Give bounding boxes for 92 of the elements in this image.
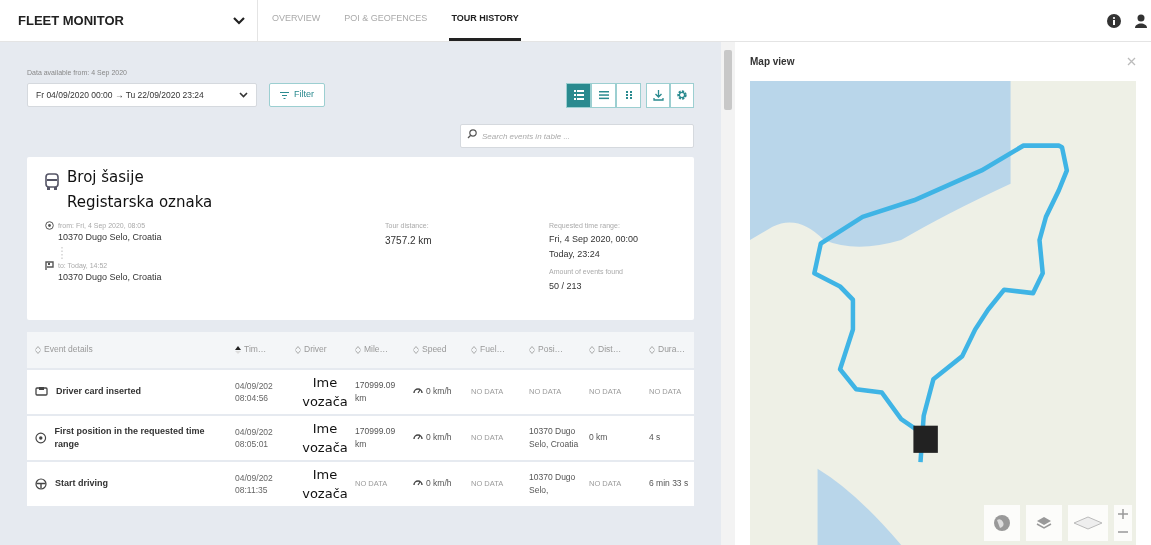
event-date: 04/09/202 [235, 425, 274, 438]
card-reader-icon [35, 386, 48, 397]
cell-value: 4 s [649, 432, 661, 442]
cell-value: 170999.09 km [355, 425, 396, 449]
column-header[interactable]: Speed [413, 343, 471, 356]
target-icon [35, 431, 47, 444]
sort-icon [649, 345, 655, 354]
event-time: 08:04:56 [235, 391, 270, 404]
layers-icon [1036, 516, 1052, 530]
zoom-in-button[interactable] [1114, 505, 1132, 523]
event-name: First position in the requested time range [54, 424, 206, 451]
cell-value: 0 km [589, 432, 608, 442]
flat-map-icon [1073, 516, 1103, 530]
search-icon [467, 128, 477, 139]
speed-value: 0 km/h [426, 431, 452, 444]
events-count: 50 / 213 [549, 279, 583, 293]
event-date: 04/09/202 [235, 379, 274, 392]
speed-value: 0 km/h [426, 477, 452, 490]
nav-tab[interactable]: OVERVIEW [270, 0, 323, 41]
speedometer-icon [413, 433, 423, 440]
globe-icon [993, 514, 1011, 532]
driver-name: Ime vozača [301, 465, 349, 503]
speedometer-icon [413, 479, 423, 486]
sort-icon [355, 345, 361, 354]
download-button[interactable] [646, 82, 670, 108]
date-range-select[interactable]: Fr 04/09/2020 00:00 → Tu 22/09/2020 23:24 [27, 83, 257, 107]
sort-ascending-icon [235, 345, 241, 354]
event-time: 08:05:01 [235, 437, 270, 450]
column-header[interactable]: Tim… [235, 343, 295, 356]
sort-icon [35, 345, 41, 354]
layers-button[interactable] [1026, 505, 1062, 541]
settings-button[interactable] [670, 82, 694, 108]
sort-icon [529, 345, 535, 354]
filter-button[interactable]: Filter [269, 83, 325, 107]
driver-name: Ime vozača [301, 419, 349, 457]
sort-icon [295, 345, 301, 354]
column-header[interactable]: Posi… [529, 343, 589, 356]
chevron-down-icon [239, 92, 248, 98]
user-icon[interactable] [1135, 13, 1147, 28]
column-header[interactable]: Dura… [649, 343, 707, 356]
column-header[interactable]: Dist… [589, 343, 649, 356]
plus-icon [1118, 509, 1128, 519]
distance-value: 3757.2 km [385, 234, 433, 248]
driver-name: Ime vozača [301, 373, 349, 411]
settings-icon [676, 89, 688, 101]
range-end: Today, 23:24 [549, 248, 601, 261]
view-mode-button[interactable] [566, 82, 591, 108]
view-mode-button[interactable] [591, 82, 616, 108]
vehicle-identifier: Broj šasije [67, 166, 145, 188]
steering-wheel-icon [35, 477, 47, 490]
scrollbar[interactable] [721, 42, 735, 545]
column-header[interactable]: Fuel… [471, 343, 529, 356]
cell-value: 170999.09 km [355, 379, 396, 403]
event-name: Driver card inserted [56, 385, 142, 398]
sort-icon [471, 345, 477, 354]
column-header[interactable]: Mile… [355, 343, 413, 356]
to-place: 10370 Dugo Selo, Croatia [58, 271, 163, 284]
app-title: FLEET MONITOR [18, 11, 124, 30]
speed-value: 0 km/h [426, 385, 452, 398]
info-icon[interactable] [1107, 13, 1121, 28]
list-icon [597, 89, 610, 101]
detailed-list-icon [572, 89, 585, 101]
vehicle-identifier: Registarska oznaka [67, 191, 213, 213]
flag-marker [913, 425, 938, 453]
search-field[interactable]: Search events in table ... [460, 124, 694, 148]
cell-value: 6 min 33 s [649, 478, 689, 488]
zoom-out-button[interactable] [1114, 523, 1132, 541]
close-icon[interactable] [1127, 57, 1136, 66]
event-time: 08:11:35 [235, 483, 269, 496]
event-date: 04/09/202 [235, 471, 274, 484]
cell-value: 10370 Dugo Selo, [529, 471, 576, 495]
speedometer-icon [413, 387, 423, 394]
event-name: Start driving [55, 477, 108, 490]
minus-icon [1118, 531, 1128, 533]
range-start: Fri, 4 Sep 2020, 00:00 [549, 233, 639, 246]
flag-icon [45, 261, 54, 271]
download-icon [652, 89, 664, 101]
view-mode-button[interactable] [616, 82, 641, 108]
globe-button[interactable] [984, 505, 1020, 541]
map-placeholder[interactable] [750, 81, 1136, 545]
target-icon [45, 221, 54, 231]
bus-icon [45, 172, 59, 191]
cell-value: 10370 Dugo Selo, Croatia [529, 425, 579, 449]
column-header[interactable]: Driver [295, 343, 355, 356]
sort-icon [413, 345, 419, 354]
sort-icon [589, 345, 595, 354]
filter-icon [280, 91, 289, 99]
column-header[interactable]: Event details [35, 343, 235, 356]
from-place: 10370 Dugo Selo, Croatia [58, 231, 163, 244]
panel-title: Map view [750, 55, 795, 69]
chevron-down-icon[interactable] [233, 16, 245, 25]
nav-tab[interactable]: POI & GEOFENCES [342, 0, 430, 41]
